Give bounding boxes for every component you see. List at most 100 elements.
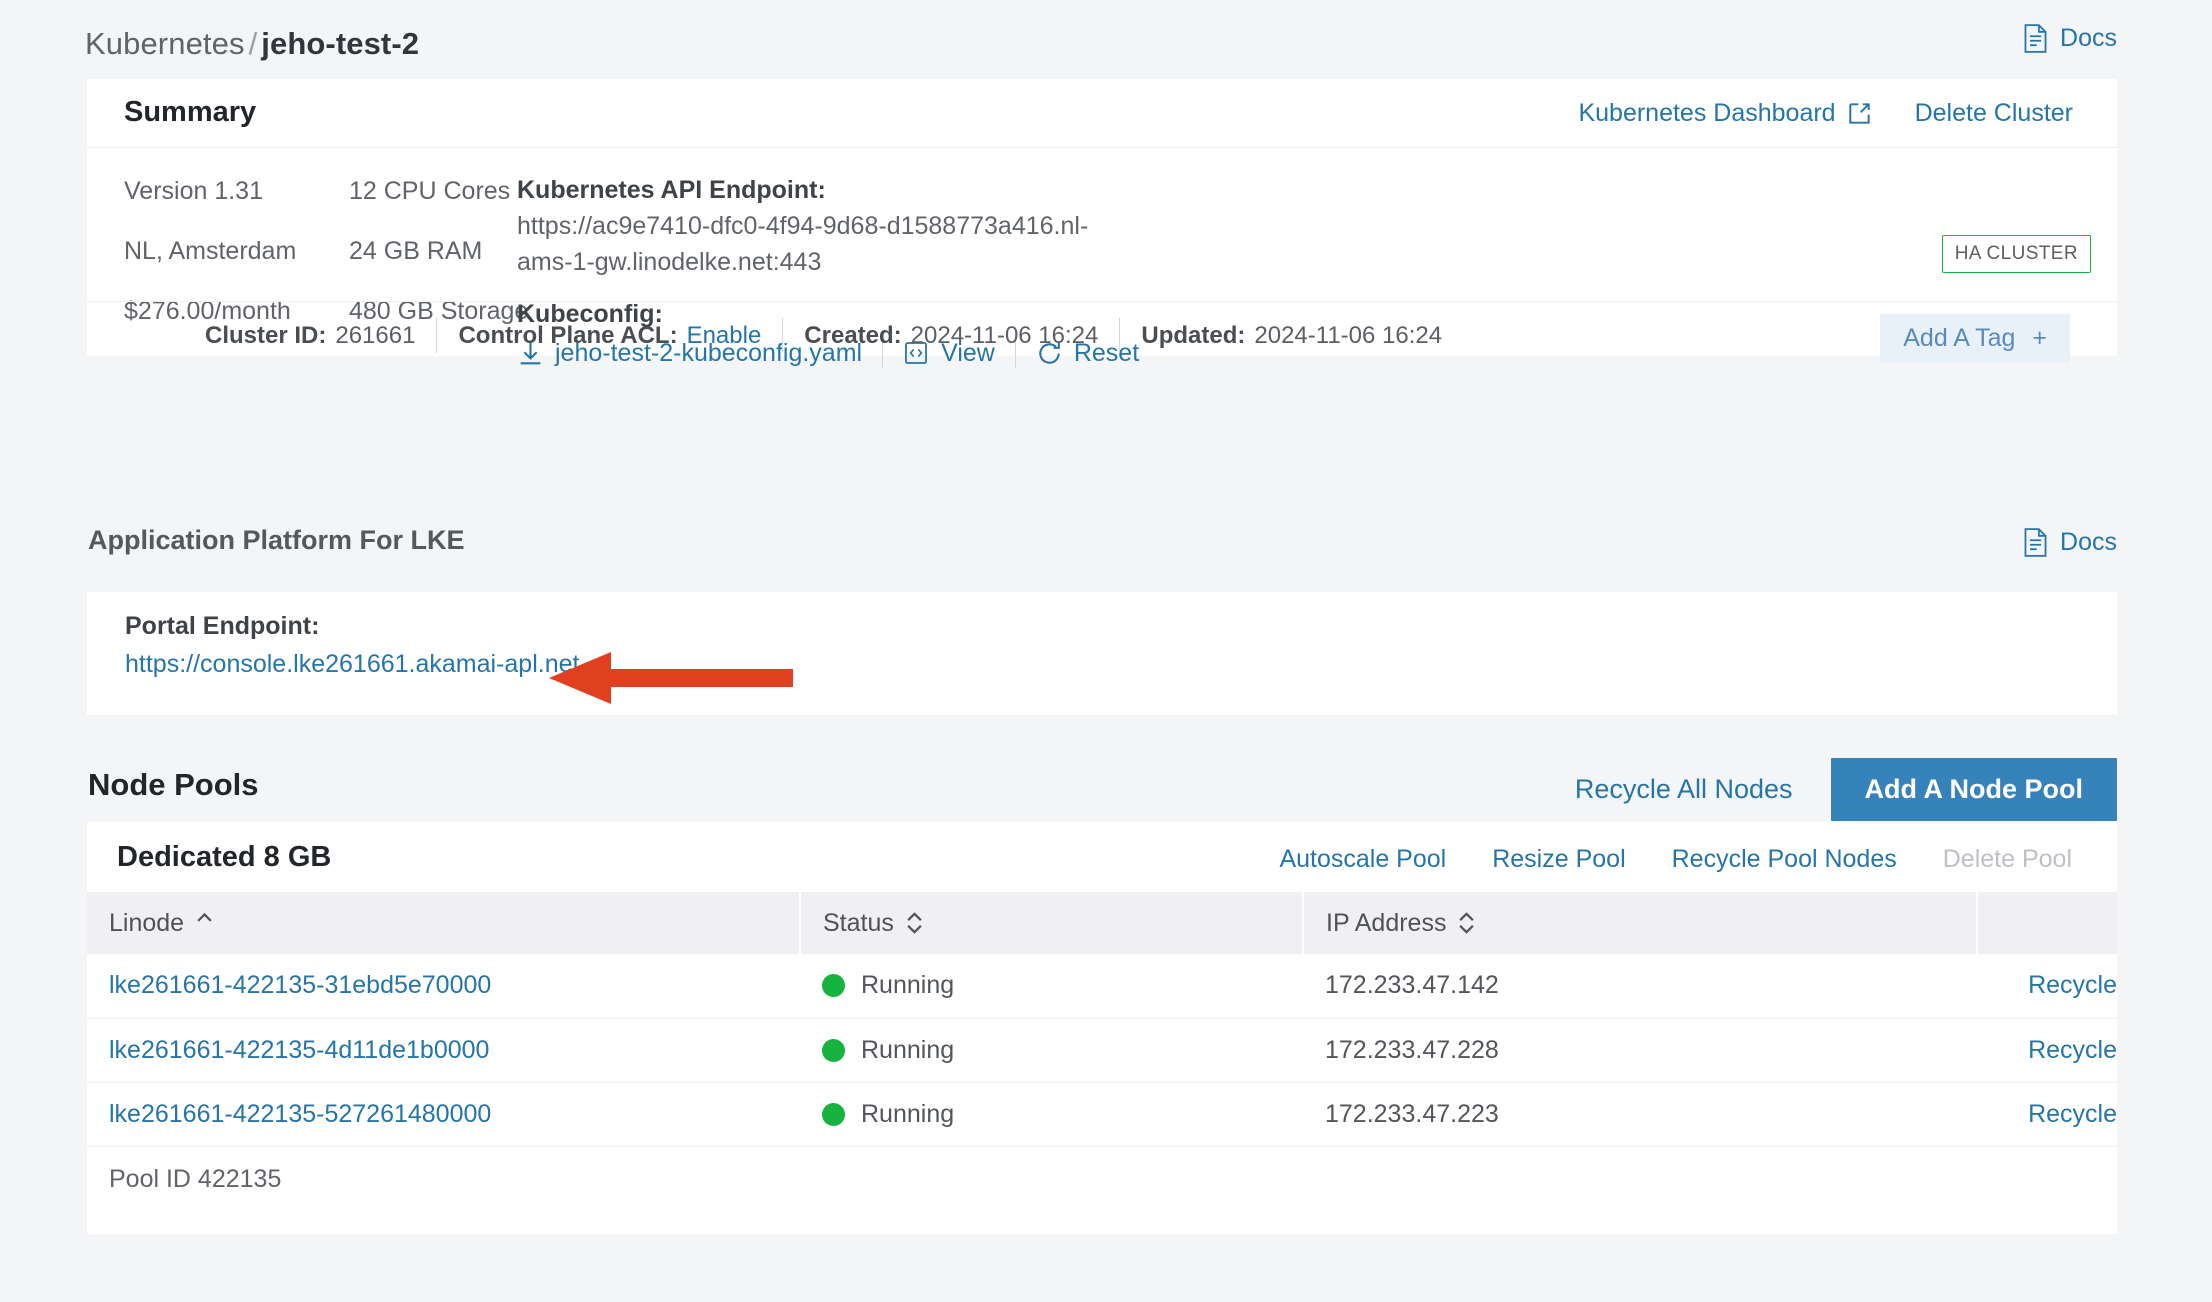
kubernetes-dashboard-link[interactable]: Kubernetes Dashboard bbox=[1556, 99, 1892, 128]
table-header-row: Linode Status IP Address bbox=[87, 892, 2117, 954]
summary-title: Summary bbox=[124, 96, 257, 128]
node-ip-cell: 172.233.47.223 bbox=[1303, 1082, 1977, 1147]
portal-endpoint-link[interactable]: https://console.lke261661.akamai-apl.net bbox=[125, 650, 579, 679]
node-action-cell: Recycle bbox=[1977, 1082, 2117, 1147]
summary-version: Version 1.31 bbox=[124, 177, 263, 205]
cluster-detail-page: Kubernetes / jeho-test-2 Docs Summary Kube… bbox=[0, 0, 2212, 1302]
docs-link-apl[interactable]: Docs bbox=[2022, 528, 2117, 557]
status-dot-icon bbox=[822, 974, 845, 998]
status-dot-icon bbox=[822, 1102, 845, 1126]
nodes-table-head: Linode Status IP Address bbox=[87, 892, 2117, 954]
column-header-linode-label: Linode bbox=[109, 908, 185, 937]
nodes-table: Linode Status IP Address lke261661-42213… bbox=[87, 892, 2117, 1147]
api-endpoint-value: https://ac9e7410-dfc0-4f94-9d68-d1588773… bbox=[517, 212, 1089, 276]
node-action-cell: Recycle bbox=[1977, 954, 2117, 1019]
sort-toggle-icon bbox=[906, 910, 923, 936]
node-status-label: Running bbox=[861, 1099, 955, 1128]
control-plane-acl-label: Control Plane ACL: bbox=[458, 321, 678, 349]
delete-cluster-link[interactable]: Delete Cluster bbox=[1893, 99, 2095, 128]
control-plane-acl-enable-link[interactable]: Enable bbox=[687, 322, 762, 350]
ha-cluster-badge: HA CLUSTER bbox=[1941, 235, 2091, 273]
breadcrumb-bar: Kubernetes / jeho-test-2 Docs bbox=[0, 0, 2212, 78]
column-header-linode[interactable]: Linode bbox=[87, 892, 801, 954]
summary-ram: 24 GB RAM bbox=[349, 237, 483, 265]
table-row: lke261661-422135-31ebd5e70000 Running 17… bbox=[87, 954, 2117, 1019]
docs-label-apl: Docs bbox=[2060, 528, 2117, 556]
node-ip-cell: 172.233.47.142 bbox=[1303, 954, 1977, 1019]
add-a-tag-label: Add A Tag bbox=[1903, 324, 2016, 352]
node-name-cell: lke261661-422135-527261480000 bbox=[87, 1082, 800, 1147]
apl-section-title: Application Platform For LKE bbox=[88, 525, 465, 555]
column-header-ip-address-label: IP Address bbox=[1326, 908, 1447, 937]
add-a-node-pool-button[interactable]: Add A Node Pool bbox=[1830, 758, 2117, 821]
recycle-all-nodes-link[interactable]: Recycle All Nodes bbox=[1575, 774, 1831, 805]
autoscale-pool-link[interactable]: Autoscale Pool bbox=[1256, 845, 1469, 874]
document-icon bbox=[2022, 528, 2049, 557]
node-link[interactable]: lke261661-422135-4d11de1b0000 bbox=[109, 1036, 489, 1064]
node-status-label: Running bbox=[861, 1035, 955, 1064]
updated-value: 2024-11-06 16:24 bbox=[1254, 321, 1443, 349]
apl-card: Portal Endpoint: https://console.lke2616… bbox=[87, 592, 2117, 715]
recycle-node-link[interactable]: Recycle bbox=[2028, 971, 2117, 999]
meta-divider-2 bbox=[782, 318, 784, 353]
node-status-cell: Running bbox=[800, 1082, 1303, 1147]
node-pool-name: Dedicated 8 GB bbox=[117, 841, 332, 873]
node-ip-cell: 172.233.47.228 bbox=[1303, 1018, 1977, 1083]
column-header-status-label: Status bbox=[823, 908, 894, 937]
breadcrumb-current: jeho-test-2 bbox=[261, 26, 420, 61]
docs-link-top[interactable]: Docs bbox=[2022, 24, 2117, 53]
table-row: lke261661-422135-4d11de1b0000 Running 17… bbox=[87, 1018, 2117, 1083]
cluster-id-value: 261661 bbox=[335, 321, 416, 349]
recycle-pool-nodes-link[interactable]: Recycle Pool Nodes bbox=[1649, 845, 1920, 874]
node-action-cell: Recycle bbox=[1977, 1018, 2117, 1083]
document-icon bbox=[2022, 24, 2049, 53]
sort-ascending-icon bbox=[196, 910, 213, 936]
docs-label-top: Docs bbox=[2060, 24, 2117, 52]
resize-pool-link[interactable]: Resize Pool bbox=[1469, 845, 1648, 874]
node-pool-header: Dedicated 8 GB Autoscale Pool Resize Poo… bbox=[87, 822, 2117, 892]
summary-footer: Cluster ID: 261661 Control Plane ACL: En… bbox=[87, 301, 2117, 363]
nodes-table-body: lke261661-422135-31ebd5e70000 Running 17… bbox=[87, 954, 2117, 1147]
meta-divider-1 bbox=[436, 318, 438, 353]
external-link-icon bbox=[1848, 102, 1871, 125]
column-header-actions bbox=[1977, 892, 2117, 954]
recycle-node-link[interactable]: Recycle bbox=[2028, 1100, 2117, 1128]
cluster-meta-row: Cluster ID: 261661 Control Plane ACL: En… bbox=[205, 318, 1442, 353]
cluster-id-label: Cluster ID: bbox=[205, 321, 327, 349]
plus-icon: + bbox=[2032, 324, 2047, 352]
summary-cpu: 12 CPU Cores bbox=[349, 177, 511, 205]
node-name-cell: lke261661-422135-31ebd5e70000 bbox=[87, 954, 800, 1019]
node-pools-title: Node Pools bbox=[88, 767, 259, 802]
add-a-tag-button[interactable]: Add A Tag + bbox=[1880, 314, 2070, 363]
node-link[interactable]: lke261661-422135-31ebd5e70000 bbox=[109, 971, 491, 999]
column-header-ip-address[interactable]: IP Address bbox=[1303, 892, 1978, 954]
table-row: lke261661-422135-527261480000 Running 17… bbox=[87, 1082, 2117, 1147]
status-dot-icon bbox=[822, 1038, 845, 1062]
pool-id-label: Pool ID 422135 bbox=[109, 1165, 282, 1193]
annotation-arrow-icon bbox=[549, 652, 793, 704]
breadcrumb-separator: / bbox=[248, 26, 258, 61]
node-pool-card: Dedicated 8 GB Autoscale Pool Resize Poo… bbox=[87, 822, 2117, 1234]
created-value: 2024-11-06 16:24 bbox=[910, 321, 1099, 349]
node-pools-actions: Recycle All Nodes Add A Node Pool bbox=[1575, 758, 2117, 821]
summary-region: NL, Amsterdam bbox=[124, 237, 297, 265]
delete-pool-link: Delete Pool bbox=[1942, 845, 2072, 873]
node-link[interactable]: lke261661-422135-527261480000 bbox=[109, 1100, 491, 1128]
portal-endpoint-label: Portal Endpoint: bbox=[125, 612, 320, 640]
api-endpoint-label: Kubernetes API Endpoint: bbox=[517, 176, 826, 204]
kubernetes-dashboard-label: Kubernetes Dashboard bbox=[1578, 99, 1836, 127]
breadcrumb: Kubernetes / jeho-test-2 bbox=[85, 26, 419, 62]
summary-header: Summary Kubernetes Dashboard Delete Clus… bbox=[87, 79, 2117, 148]
summary-body: Version 1.31 NL, Amsterdam $276.00/month… bbox=[87, 148, 2117, 368]
column-header-status[interactable]: Status bbox=[800, 892, 1304, 954]
created-label: Created: bbox=[804, 321, 902, 349]
node-status-cell: Running bbox=[800, 954, 1303, 1019]
breadcrumb-parent[interactable]: Kubernetes bbox=[85, 26, 245, 61]
recycle-node-link[interactable]: Recycle bbox=[2028, 1036, 2117, 1064]
node-status-label: Running bbox=[861, 971, 955, 1000]
meta-divider-3 bbox=[1119, 318, 1121, 353]
summary-card: Summary Kubernetes Dashboard Delete Clus… bbox=[87, 79, 2117, 368]
updated-label: Updated: bbox=[1141, 321, 1246, 349]
node-name-cell: lke261661-422135-4d11de1b0000 bbox=[87, 1018, 800, 1083]
summary-actions: Kubernetes Dashboard Delete Cluster bbox=[1556, 99, 2095, 128]
